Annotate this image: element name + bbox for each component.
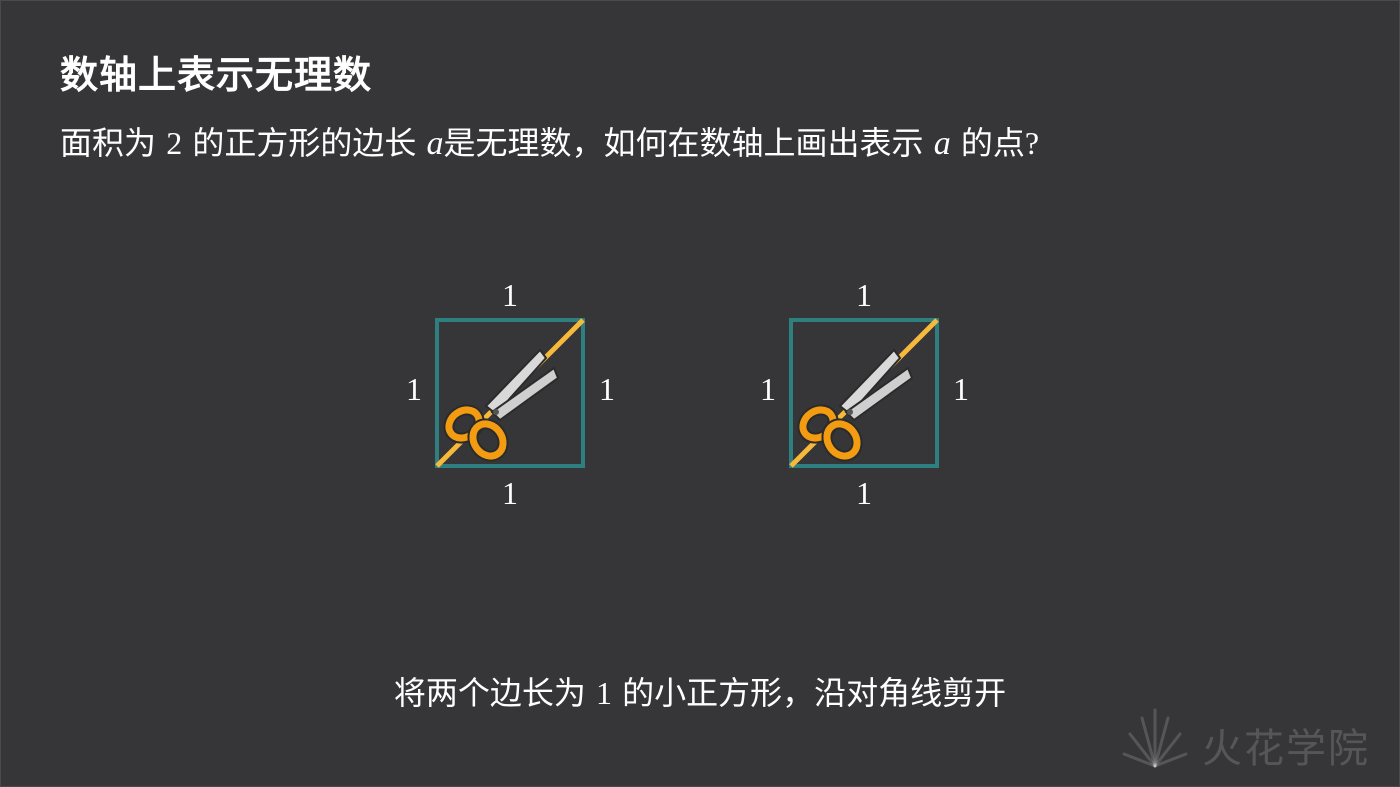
watermark-text: 火花学院 [1202,726,1370,772]
question-part-4: 的点 [960,124,1025,162]
square-1-right-label: 1 [599,371,615,407]
question-variable-a-2: a [933,125,951,162]
caption-part-2: 的小正方形，沿对角线剪开 [622,674,1007,712]
square-2-bottom-label: 1 [856,475,872,511]
question-mark: ? [1024,125,1040,161]
square-2-left-label: 1 [760,371,776,407]
question-variable-a: a [426,125,444,162]
question-part-2: 的正方形的边长 [192,124,417,162]
square-1-left-label: 1 [406,371,422,407]
question-number: 2 [166,125,183,161]
caption-number: 1 [596,675,612,711]
caption-part-1: 将两个边长为 [393,674,586,712]
question-text: 面积为 2 的正方形的边长 a是无理数，如何在数轴上画出表示 a 的点? [60,118,1039,164]
slide-title: 数轴上表示无理数 [60,53,373,97]
squares-diagram: 1 1 1 1 1 1 1 1 [406,277,969,511]
watermark-logo-icon [1122,708,1188,768]
square-2: 1 1 1 1 [760,277,969,511]
square-2-top-label: 1 [856,277,872,313]
square-2-right-label: 1 [953,371,969,407]
question-part-1: 面积为 [60,124,157,162]
square-1: 1 1 1 1 [406,277,615,511]
question-part-3: 是无理数，如何在数轴上画出表示 [443,124,924,162]
square-1-bottom-label: 1 [502,475,518,511]
watermark: 火花学院 [1120,700,1390,780]
square-1-top-label: 1 [502,277,518,313]
